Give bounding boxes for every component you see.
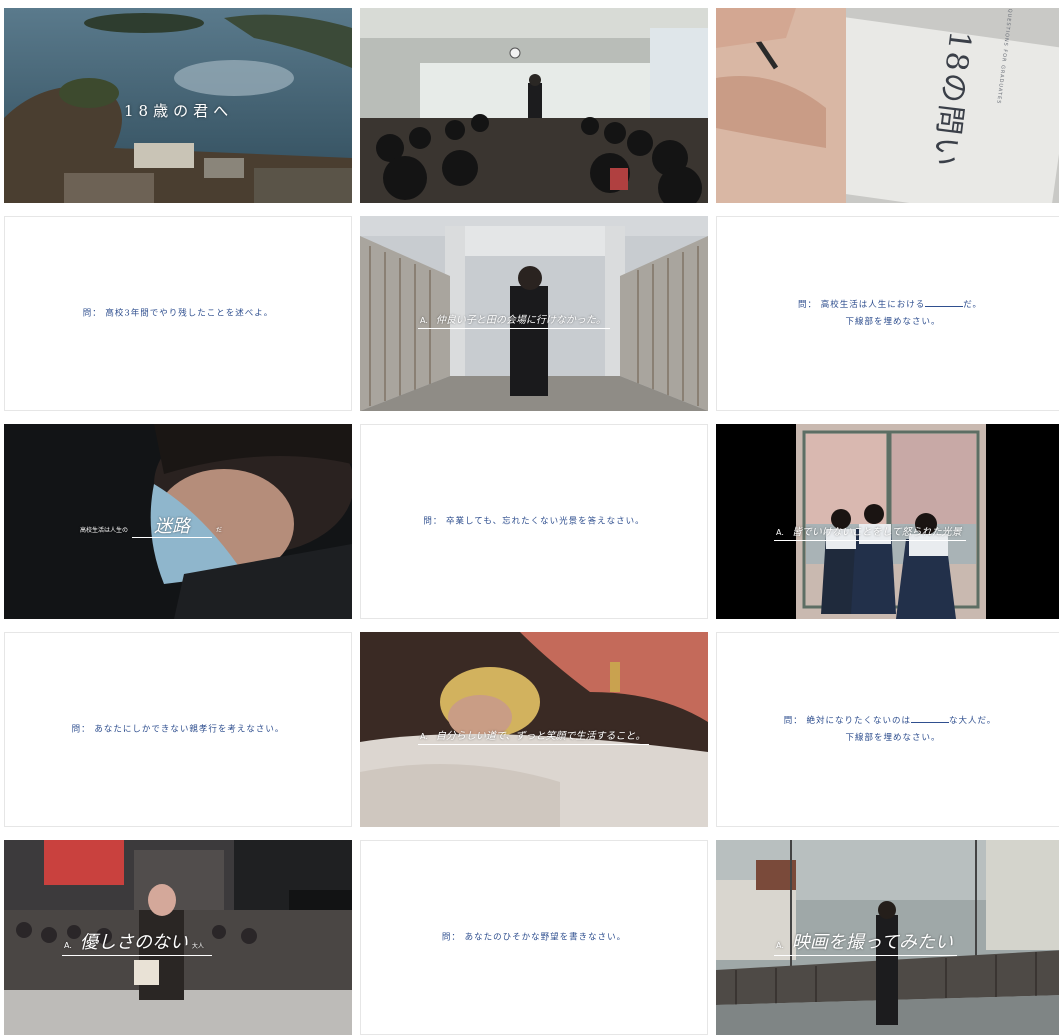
frame-bridge-student[interactable]: A. 仲良い子と田の会場に行けなかった。 [360,216,708,411]
answer-blank [910,714,949,723]
question-text: 問： 卒業しても、忘れたくない光景を答えなさい。 [423,516,645,526]
frame-sleeping-girl[interactable]: A. 自分らしい道で、ずっと笑顔で生活すること。 [360,632,708,827]
frame-bridge-boy[interactable]: A. 映画を撮ってみたい [716,840,1059,1035]
frame-question-2[interactable]: 問： 高校生活は人生における だ。 下線部を埋めなさい。 [716,216,1059,411]
frame-question-3[interactable]: 問： 卒業しても、忘れたくない光景を答えなさい。 [360,424,708,619]
answer-text: 仲良い子と田の会場に行けなかった。 [435,315,606,326]
answer-line: A. 自分らしい道で、ずっと笑顔で生活すること。 [418,724,650,745]
answer-text: 映画を撮ってみたい [791,932,953,953]
answer-line: A. 優しさのない 大人 [62,928,212,956]
frame-classroom[interactable] [360,8,708,203]
frame-street-girl[interactable]: A. 優しさのない 大人 [4,840,352,1035]
answer-suffix: だ [216,527,223,534]
frame-question-6[interactable]: 問： あなたのひそかな野望を書きなさい。 [360,840,708,1035]
answer-text: 皆でいけないことをして怒られた光景 [791,527,962,538]
answer-prefix: 高校生活は人生の [80,527,129,534]
question-line2: 下線部を埋めなさい。 [845,732,941,743]
answer-prefix: A. [420,316,428,325]
frame-question-1[interactable]: 問： 高校3年間でやり残したことを述べよ。 [4,216,352,411]
answer-text: 優しさのない [79,932,188,953]
frame-book-writing[interactable]: 18の問い 18 QUESTIONS FOR GRADUATES [716,8,1059,203]
frame-aerial-island[interactable]: 18歳の君へ [4,8,352,203]
answer-line: A. 映画を撮ってみたい [774,928,957,956]
frame-masked-student[interactable]: 高校生活は人生の 迷路だ [4,424,352,619]
answer-prefix: A. [776,528,784,537]
answer-prefix: A. [64,941,72,950]
question-text: 問： あなたにしかできない親孝行を考えなさい。 [71,724,285,734]
answer-text: 迷路 [132,516,213,538]
question-text: 問： 絶対になりたくないのは な大人だ。 下線部を埋めなさい。 [717,713,1059,747]
frame-question-4[interactable]: 問： あなたにしかできない親孝行を考えなさい。 [4,632,352,827]
question-line1: 問： 高校生活は人生における [798,299,926,310]
answer-suffix: 大人 [191,943,204,950]
frame-window-girls[interactable]: A. 皆でいけないことをして怒られた光景 [716,424,1059,619]
answer-text: 自分らしい道で、ずっと笑顔で生活すること。 [435,731,646,742]
question-line1-end: な大人だ。 [948,715,997,726]
question-text: 問： あなたのひそかな野望を書きなさい。 [441,932,627,942]
storyboard-grid: 18歳の君へ 18の問い 18 QUESTIONS FOR GRADUATES … [0,0,1059,1035]
question-text: 問： 高校生活は人生における だ。 下線部を埋めなさい。 [717,297,1059,331]
frame-question-5[interactable]: 問： 絶対になりたくないのは な大人だ。 下線部を埋めなさい。 [716,632,1059,827]
question-line2: 下線部を埋めなさい。 [845,316,941,327]
question-text: 問： 高校3年間でやり残したことを述べよ。 [82,308,274,318]
answer-blank [925,298,964,307]
frame-title: 18歳の君へ [124,102,234,120]
question-line1-end: だ。 [963,299,982,310]
answer-line: A. 皆でいけないことをして怒られた光景 [774,520,966,541]
answer-prefix: A. [776,941,784,950]
answer-prefix: A. [420,732,428,741]
answer-line: A. 仲良い子と田の会場に行けなかった。 [418,308,610,329]
answer-line: 高校生活は人生の 迷路だ [74,512,230,539]
classroom-photo [360,8,708,203]
question-line1: 問： 絶対になりたくないのは [783,715,911,726]
